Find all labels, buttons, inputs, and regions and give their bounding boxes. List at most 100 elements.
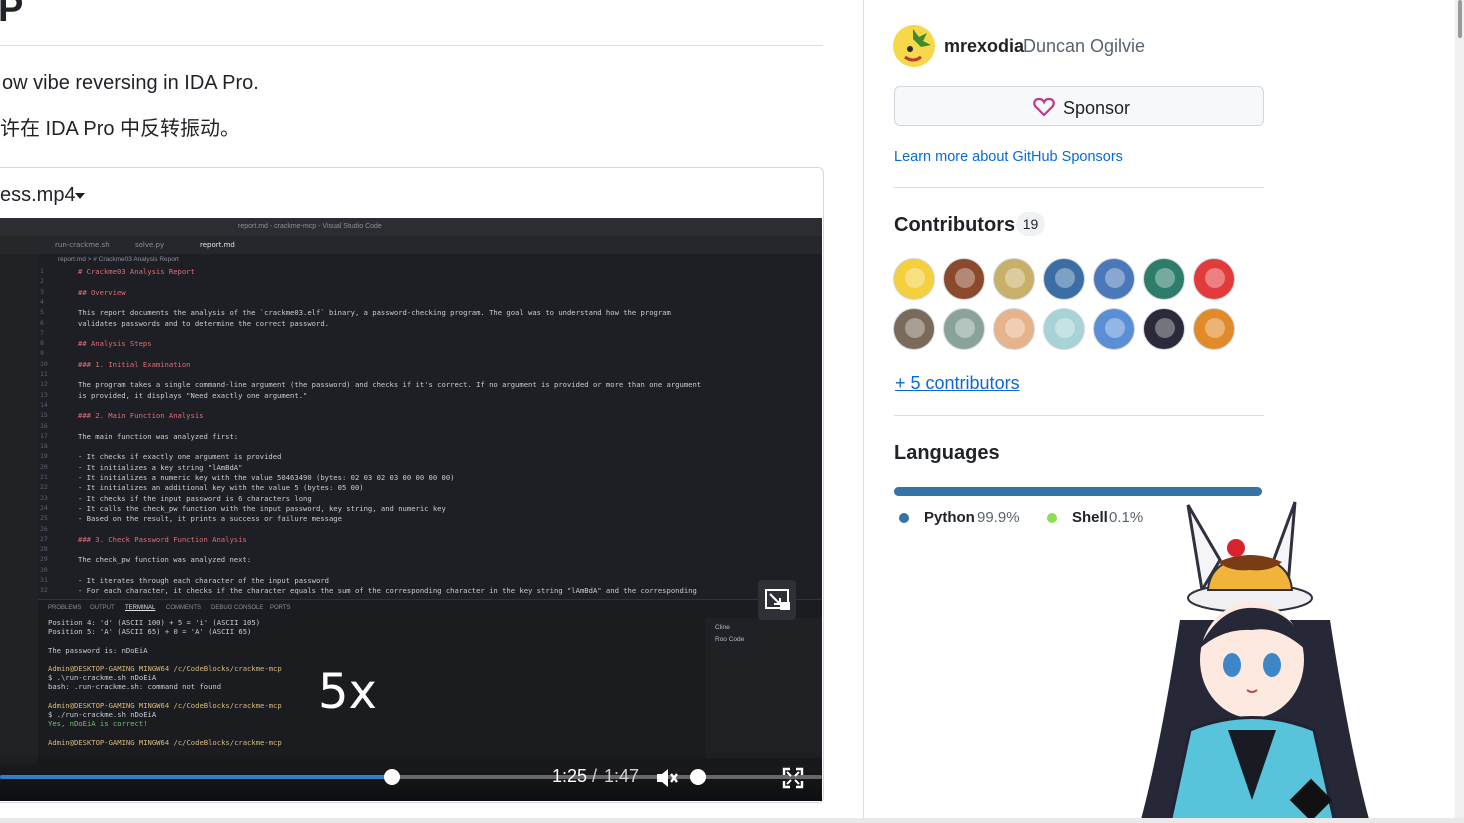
contributor-avatar[interactable] [893, 308, 935, 350]
avatar-face-shape [955, 268, 975, 288]
language-name[interactable]: Shell [1072, 509, 1108, 526]
code-line-number: 26 [40, 524, 48, 533]
vscode-tab: solve.py [135, 241, 165, 249]
code-line: - Based on the result, it prints a succe… [78, 514, 342, 524]
vscode-breadcrumb: report.md > # Crackme03 Analysis Report [58, 256, 179, 263]
code-line-number: 29 [40, 555, 48, 564]
picture-in-picture-button[interactable] [758, 580, 796, 620]
sidebar-section-divider [894, 415, 1264, 416]
panel-tab: PORTS [270, 605, 291, 611]
learn-more-sponsors-link[interactable]: Learn more about GitHub Sponsors [894, 149, 1123, 165]
contributor-avatar[interactable] [993, 308, 1035, 350]
avatar-face-shape [1105, 268, 1125, 288]
code-line: - It initializes an additional key with … [78, 483, 364, 493]
code-line-number: 3 [40, 287, 44, 296]
panel-tab: COMMENTS [166, 605, 201, 611]
panel-tab: PROBLEMS [48, 605, 82, 611]
contributor-avatar[interactable] [1043, 258, 1085, 300]
contributors-heading[interactable]: Contributors [894, 214, 1015, 237]
code-line-number: 2 [40, 277, 44, 286]
terminal-line: Position 4: 'd' (ASCII 100) + 5 = 'i' (A… [48, 618, 261, 627]
sponsor-avatar[interactable] [893, 25, 935, 67]
avatar-face-shape [955, 318, 975, 338]
more-contributors-link[interactable]: + 5 contributors [895, 373, 1020, 394]
page-scrollbar-thumb[interactable] [1458, 0, 1462, 38]
muted-speaker-icon[interactable] [655, 767, 679, 794]
panel-tab-active: TERMINAL [125, 605, 156, 611]
extension-panel: Cline Roo Code [705, 618, 822, 758]
terminal-line: bash: .run-crackme.sh: command not found [48, 682, 222, 692]
contributor-avatar[interactable] [1093, 308, 1135, 350]
bottom-edge-strip [0, 818, 1464, 823]
code-line: - It calls the check_pw function with th… [78, 503, 446, 513]
sidebar-section-divider [894, 187, 1264, 188]
sponsor-login[interactable]: mrexodia [944, 36, 1024, 57]
code-line: ## Analysis Steps [78, 339, 152, 349]
page-scrollbar-track[interactable] [1455, 0, 1464, 823]
panel-tab: DEBUG CONSOLE [211, 605, 264, 611]
volume-slider-handle[interactable] [690, 769, 706, 785]
contributor-avatar[interactable] [943, 308, 985, 350]
code-line-number: 10 [40, 359, 48, 368]
contributor-avatar[interactable] [1143, 258, 1185, 300]
avatar-face-shape [1005, 318, 1025, 338]
code-line: The main function was analyzed first: [78, 431, 239, 441]
avatar-face-shape [1155, 268, 1175, 288]
readme-title-divider [0, 45, 823, 46]
contributor-avatar[interactable] [1043, 308, 1085, 350]
code-line: The program takes a single command-line … [78, 380, 702, 390]
contributor-avatar[interactable] [893, 258, 935, 300]
code-line-number: 30 [40, 565, 48, 574]
code-line-number: 6 [40, 318, 44, 327]
code-line: validates passwords and to determine the… [78, 318, 329, 328]
panel-tab: OUTPUT [90, 605, 115, 611]
playback-speed-overlay: 5x [318, 664, 377, 720]
avatar-face-shape [1205, 318, 1225, 338]
code-line-number: 25 [40, 514, 48, 523]
code-line-number: 17 [40, 431, 48, 440]
vtuber-avatar-overlay [1140, 501, 1370, 823]
language-name[interactable]: Python [924, 509, 975, 526]
code-line: - It iterates through each character of … [78, 576, 329, 585]
code-line-number: 1 [40, 267, 44, 275]
avatar-face-shape [1205, 268, 1225, 288]
sponsor-full-name[interactable]: Duncan Ogilvie [1023, 36, 1145, 57]
terminal-line: Yes, nDoEiA is correct! [48, 719, 148, 729]
code-line: The check_pw function was analyzed next: [78, 555, 252, 565]
video-progress-handle[interactable] [383, 769, 400, 785]
code-line: # Crackme03 Analysis Report [78, 267, 195, 276]
code-line-number: 18 [40, 442, 48, 451]
avatar-face-shape [1155, 318, 1175, 338]
readme-title: P [0, 0, 24, 30]
vscode-tab-bar: run-crackme.sh solve.py report.md [0, 236, 822, 254]
sponsor-button-label: Sponsor [1063, 98, 1131, 118]
code-line-number: 32 [40, 586, 48, 595]
contributor-avatar[interactable] [1093, 258, 1135, 300]
video-time-current: 1:25 [552, 766, 588, 786]
contributor-avatar[interactable] [1193, 308, 1235, 350]
code-line: - It checks if exactly one argument is p… [78, 452, 282, 462]
video-filename[interactable]: ess.mp4 [0, 184, 76, 207]
code-line-number: 11 [40, 370, 48, 378]
code-line: is provided, it displays "Need exactly o… [78, 390, 308, 400]
code-line: ### 3. Check Password Function Analysis [78, 534, 247, 544]
heart-icon [1033, 97, 1055, 122]
vscode-tab: run-crackme.sh [55, 241, 110, 249]
readme-description-zh: 许在 IDA Pro 中反转振动。 [0, 118, 241, 140]
fullscreen-icon[interactable] [782, 767, 804, 794]
contributor-avatar[interactable] [943, 258, 985, 300]
contributor-avatar[interactable] [1193, 258, 1235, 300]
video-player[interactable]: report.md - crackme-mcp - Visual Studio … [0, 218, 822, 801]
sponsor-button[interactable]: Sponsor [894, 86, 1264, 126]
terminal-line: Admin@DESKTOP-GAMING MINGW64 /c/CodeBloc… [48, 737, 282, 747]
contributor-avatar[interactable] [993, 258, 1035, 300]
terminal-line: Admin@DESKTOP-GAMING MINGW64 /c/CodeBloc… [48, 700, 282, 710]
contributor-avatar[interactable] [1143, 308, 1185, 350]
vscode-tab-active: report.md [200, 241, 235, 249]
code-line-number: 4 [40, 297, 44, 306]
code-line-number: 24 [40, 503, 48, 512]
chevron-down-icon[interactable] [75, 193, 85, 199]
extension-item: Cline [715, 624, 730, 631]
language-percent: 99.9% [977, 509, 1020, 526]
code-line: - For each character, it checks if the c… [78, 586, 697, 596]
